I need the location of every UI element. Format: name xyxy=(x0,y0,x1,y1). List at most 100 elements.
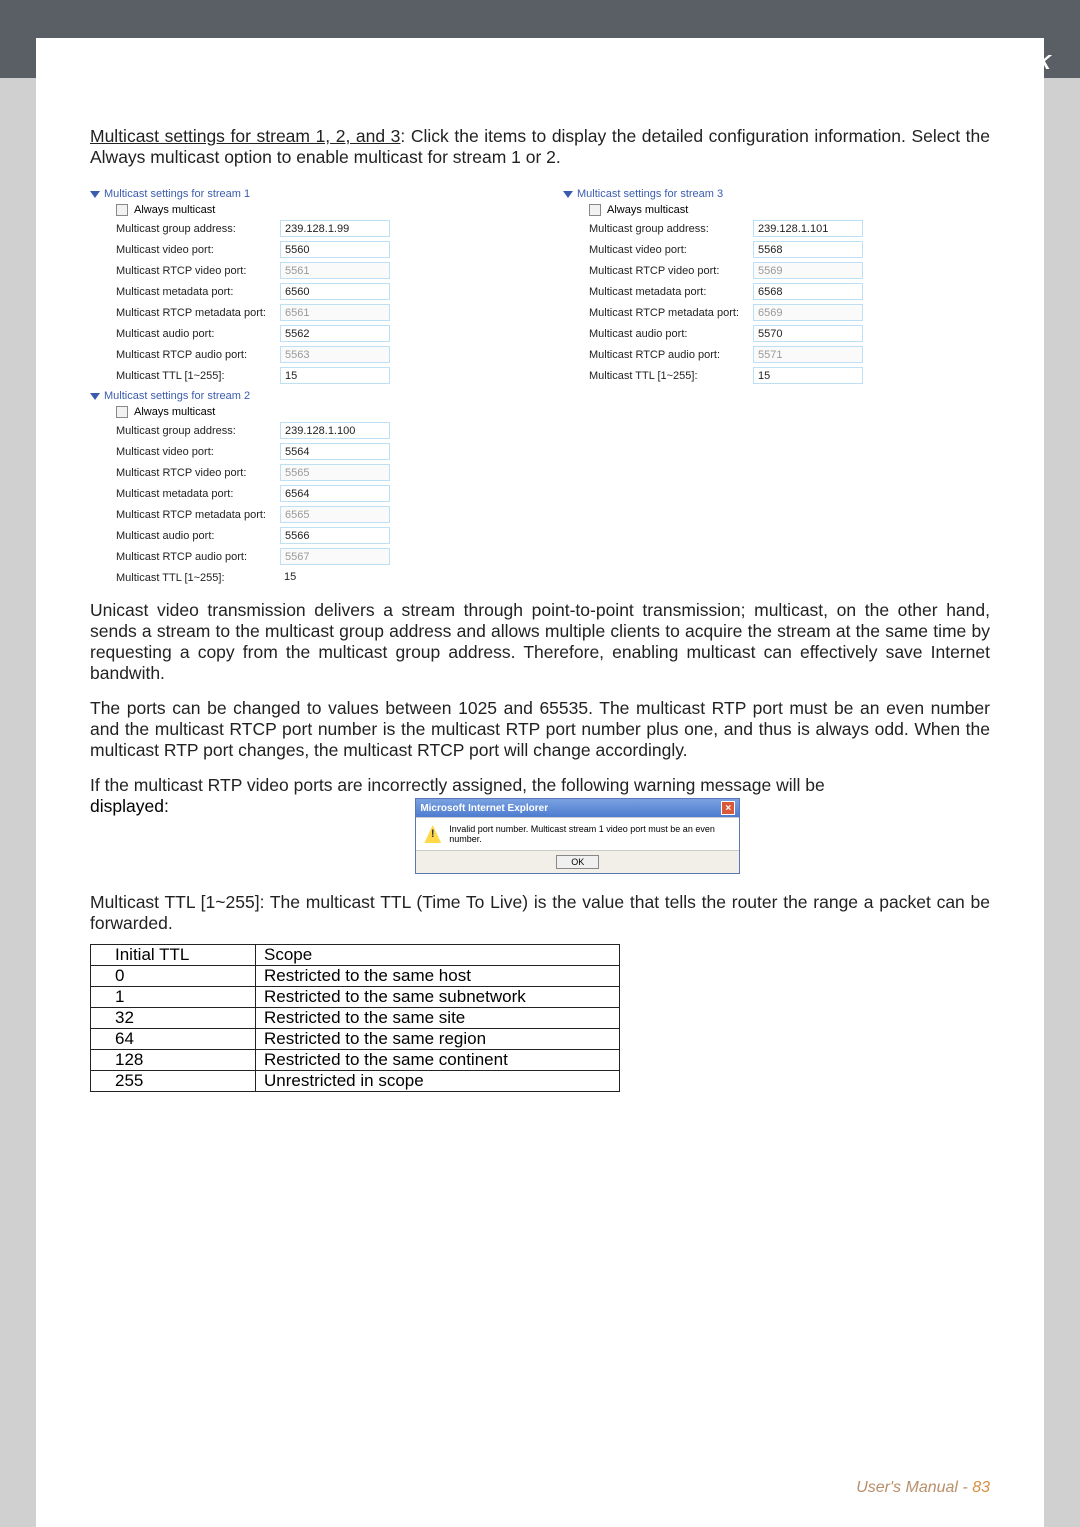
field-label: Multicast group address: xyxy=(116,223,280,235)
section-header-s3[interactable]: Multicast settings for stream 3 xyxy=(563,188,990,200)
field-input[interactable]: 239.128.1.100 xyxy=(280,422,390,439)
field-input[interactable]: 6564 xyxy=(280,485,390,502)
field-label: Multicast TTL [1~255]: xyxy=(116,572,280,584)
field-input[interactable]: 6560 xyxy=(280,283,390,300)
field-input: 6569 xyxy=(753,304,863,321)
field-row: Multicast RTCP audio port:5567 xyxy=(116,548,517,565)
field-label: Multicast metadata port: xyxy=(116,286,280,298)
warning-icon: ! xyxy=(424,825,441,843)
field-input[interactable]: 239.128.1.99 xyxy=(280,220,390,237)
section-header-s2[interactable]: Multicast settings for stream 2 xyxy=(90,390,517,402)
field-input[interactable]: 5568 xyxy=(753,241,863,258)
intro-paragraph: Multicast settings for stream 1, 2, and … xyxy=(90,126,990,168)
table-row: 64Restricted to the same region xyxy=(91,1029,620,1050)
field-input: 5565 xyxy=(280,464,390,481)
para-warning-line1: If the multicast RTP video ports are inc… xyxy=(90,775,990,796)
para-warning-line2: displayed: xyxy=(90,796,169,817)
table-row: 1Restricted to the same subnetwork xyxy=(91,987,620,1008)
chevron-down-icon xyxy=(90,191,100,198)
dialog-footer: OK xyxy=(416,851,739,873)
field-label: Multicast RTCP audio port: xyxy=(116,349,280,361)
field-input: 5561 xyxy=(280,262,390,279)
table-row: 255Unrestricted in scope xyxy=(91,1071,620,1092)
field-label: Multicast video port: xyxy=(116,446,280,458)
th-scope: Scope xyxy=(256,945,620,966)
field-label: Multicast RTCP video port: xyxy=(116,467,280,479)
dialog-body: ! Invalid port number. Multicast stream … xyxy=(416,817,739,851)
chevron-down-icon xyxy=(563,191,573,198)
field-label: Multicast RTCP video port: xyxy=(589,265,753,277)
right-column: Multicast settings for stream 3 Always mu… xyxy=(563,182,990,590)
field-label: Multicast TTL [1~255]: xyxy=(116,370,280,382)
close-icon[interactable]: × xyxy=(721,801,735,815)
field-row: Multicast video port:5568 xyxy=(589,241,990,258)
field-row: Multicast TTL [1~255]:15 xyxy=(589,367,990,384)
field-label: Multicast metadata port: xyxy=(589,286,753,298)
cell-ttl: 0 xyxy=(91,966,256,987)
field-input[interactable]: 15 xyxy=(280,367,390,384)
para-unicast: Unicast video transmission delivers a st… xyxy=(90,600,990,684)
cell-ttl: 32 xyxy=(91,1008,256,1029)
field-row: Multicast audio port:5562 xyxy=(116,325,517,342)
field-label: Multicast video port: xyxy=(589,244,753,256)
settings-columns: Multicast settings for stream 1 Always mu… xyxy=(90,182,990,590)
cell-scope: Restricted to the same region xyxy=(256,1029,620,1050)
field-input: 5569 xyxy=(753,262,863,279)
field-input[interactable]: 5564 xyxy=(280,443,390,460)
warning-dialog: Microsoft Internet Explorer × ! Invalid … xyxy=(415,798,740,874)
page-footer: User's Manual - 83 xyxy=(856,1479,990,1497)
cell-scope: Restricted to the same site xyxy=(256,1008,620,1029)
cell-ttl: 1 xyxy=(91,987,256,1008)
field-label: Multicast RTCP audio port: xyxy=(116,551,280,563)
field-input[interactable]: 15 xyxy=(753,367,863,384)
always-multicast-label: Always multicast xyxy=(134,204,215,216)
para-ttl: Multicast TTL [1~255]: The multicast TTL… xyxy=(90,892,990,934)
field-input: 5571 xyxy=(753,346,863,363)
field-row: Multicast metadata port:6564 xyxy=(116,485,517,502)
cell-ttl: 255 xyxy=(91,1071,256,1092)
para-ports: The ports can be changed to values betwe… xyxy=(90,698,990,761)
always-multicast-label: Always multicast xyxy=(607,204,688,216)
field-row: Multicast metadata port:6568 xyxy=(589,283,990,300)
field-input: 6565 xyxy=(280,506,390,523)
page-body: Multicast settings for stream 1, 2, and … xyxy=(36,38,1044,1527)
field-label: Multicast group address: xyxy=(116,425,280,437)
field-input: 6561 xyxy=(280,304,390,321)
chevron-down-icon xyxy=(90,393,100,400)
cell-ttl: 128 xyxy=(91,1050,256,1071)
field-row: Multicast audio port:5570 xyxy=(589,325,990,342)
dialog-message: Invalid port number. Multicast stream 1 … xyxy=(449,824,731,844)
footer-page-number: 83 xyxy=(972,1479,990,1496)
field-label: Multicast audio port: xyxy=(116,328,280,340)
field-input[interactable]: 5570 xyxy=(753,325,863,342)
field-row: Multicast RTCP video port:5565 xyxy=(116,464,517,481)
field-label: Multicast group address: xyxy=(589,223,753,235)
field-input[interactable]: 239.128.1.101 xyxy=(753,220,863,237)
section-title-text: Multicast settings for stream 2 xyxy=(104,390,250,402)
field-input[interactable]: 5560 xyxy=(280,241,390,258)
field-input: 5563 xyxy=(280,346,390,363)
field-input[interactable]: 15 xyxy=(280,569,390,586)
field-label: Multicast RTCP metadata port: xyxy=(589,307,753,319)
th-initial-ttl: Initial TTL xyxy=(91,945,256,966)
intro-lead: Multicast settings for stream 1, 2, and … xyxy=(90,126,400,146)
table-row: 0Restricted to the same host xyxy=(91,966,620,987)
ok-button[interactable]: OK xyxy=(556,855,599,869)
field-input[interactable]: 5566 xyxy=(280,527,390,544)
section-header-s1[interactable]: Multicast settings for stream 1 xyxy=(90,188,517,200)
always-multicast-checkbox[interactable] xyxy=(116,204,128,216)
field-label: Multicast TTL [1~255]: xyxy=(589,370,753,382)
ttl-table: Initial TTLScope0Restricted to the same … xyxy=(90,944,620,1092)
field-input[interactable]: 6568 xyxy=(753,283,863,300)
field-row: Multicast RTCP video port:5569 xyxy=(589,262,990,279)
field-label: Multicast RTCP video port: xyxy=(116,265,280,277)
field-label: Multicast video port: xyxy=(116,244,280,256)
field-input[interactable]: 5562 xyxy=(280,325,390,342)
left-column: Multicast settings for stream 1 Always mu… xyxy=(90,182,517,590)
always-multicast-checkbox[interactable] xyxy=(589,204,601,216)
always-multicast-checkbox[interactable] xyxy=(116,406,128,418)
table-row: 128Restricted to the same continent xyxy=(91,1050,620,1071)
ttl-lead: Multicast TTL [1~255] xyxy=(90,892,260,912)
field-row: Multicast RTCP metadata port:6561 xyxy=(116,304,517,321)
cell-scope: Restricted to the same continent xyxy=(256,1050,620,1071)
